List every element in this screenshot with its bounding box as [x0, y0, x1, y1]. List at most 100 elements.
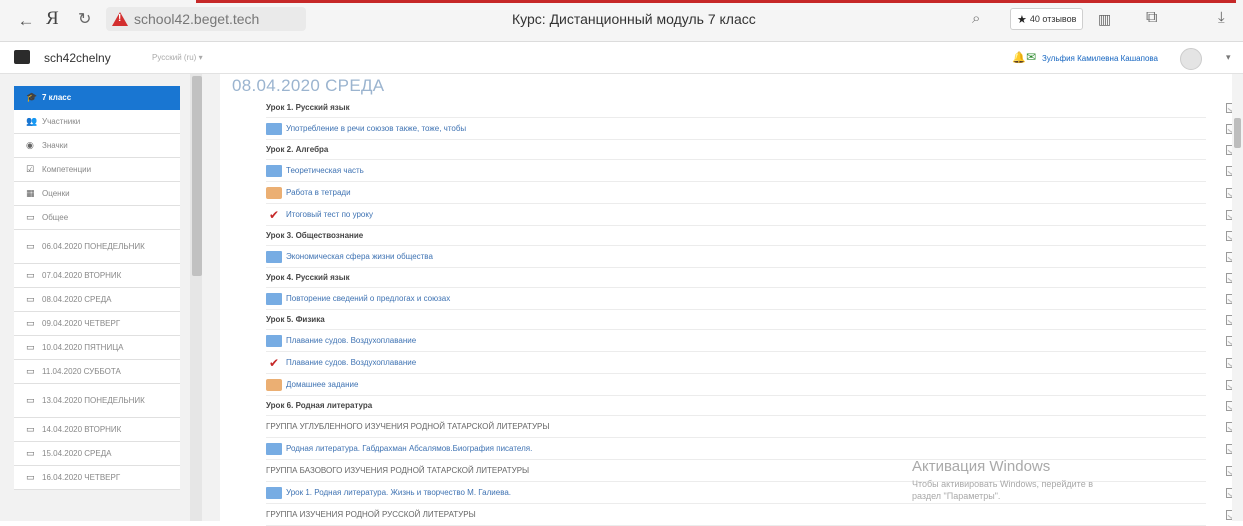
row-text[interactable]: Теоретическая часть: [286, 166, 364, 175]
lesson-label: Урок 1. Русский язык: [266, 98, 1236, 118]
row-text: ГРУППА УГЛУБЛЕННОГО ИЗУЧЕНИЯ РОДНОЙ ТАТА…: [266, 422, 550, 431]
users-icon: 👥: [26, 116, 38, 126]
drawer-item-label: 15.04.2020 СРЕДА: [42, 448, 112, 458]
activity-link[interactable]: Плавание судов. Воздухоплавание: [266, 330, 1236, 352]
browser-toolbar: ← Я ↻ school42.beget.tech Курс: Дистанци…: [0, 0, 1243, 42]
activity-link[interactable]: Повторение сведений о предлогах и союзах: [266, 288, 1236, 310]
drawer-item[interactable]: ▭ Общее: [14, 206, 180, 230]
drawer-item[interactable]: ▭ 06.04.2020 ПОНЕДЕЛЬНИК: [14, 230, 180, 264]
row-text[interactable]: Повторение сведений о предлогах и союзах: [286, 294, 450, 303]
nav-drawer: 🎓 7 класс 👥 Участники ◉ Значки ☑ Компетенции ▦ Оц…: [0, 74, 220, 521]
competencies-icon: ☑: [26, 164, 35, 174]
folder-icon: ▭: [26, 342, 35, 352]
folder-icon: ▭: [26, 318, 35, 328]
drawer-item-label: 07.04.2020 ВТОРНИК: [42, 270, 122, 280]
warning-icon[interactable]: [112, 12, 128, 26]
search-icon[interactable]: ⌕: [972, 10, 980, 27]
page-icon: [266, 164, 282, 177]
url-text[interactable]: school42.beget.tech: [134, 11, 259, 27]
row-text[interactable]: Плавание судов. Воздухоплавание: [286, 358, 416, 367]
drawer-item[interactable]: ☑ Компетенции: [14, 158, 180, 182]
drawer-item[interactable]: ▭ 09.04.2020 ЧЕТВЕРГ: [14, 312, 180, 336]
site-navbar: sch42chelny Русский (ru) ▾ 🔔 ✉ Зульфия К…: [0, 42, 1243, 74]
back-arrow-icon[interactable]: ←: [14, 9, 38, 33]
drawer-list: 🎓 7 класс 👥 Участники ◉ Значки ☑ Компетенции ▦ Оц…: [14, 86, 180, 490]
row-text[interactable]: Употребление в речи союзов также, тоже, …: [286, 124, 466, 133]
drawer-item[interactable]: ▭ 10.04.2020 ПЯТНИЦА: [14, 336, 180, 360]
drawer-item[interactable]: ▭ 13.04.2020 ПОНЕДЕЛЬНИК: [14, 384, 180, 418]
drawer-item[interactable]: 🎓 7 класс: [14, 86, 180, 110]
drawer-scroll-thumb[interactable]: [192, 76, 202, 276]
drawer-toggle-icon[interactable]: [14, 50, 30, 64]
download-icon[interactable]: ⤓: [1218, 9, 1225, 26]
group-label: ГРУППА ИЗУЧЕНИЯ РОДНОЙ РУССКОЙ ЛИТЕРАТУР…: [266, 504, 1236, 526]
page-icon: [266, 122, 282, 135]
drawer-item[interactable]: ▭ 15.04.2020 СРЕДА: [14, 442, 180, 466]
bookmarks-icon[interactable]: ▥: [1098, 11, 1111, 28]
drawer-item[interactable]: ▭ 14.04.2020 ВТОРНИК: [14, 418, 180, 442]
user-menu-caret-icon[interactable]: ▾: [1226, 52, 1231, 63]
lesson-label: Урок 6. Родная литература: [266, 396, 1236, 416]
yandex-logo-icon[interactable]: Я: [46, 8, 59, 30]
drawer-item-label: Общее: [42, 212, 69, 222]
drawer-item[interactable]: ▭ 08.04.2020 СРЕДА: [14, 288, 180, 312]
row-text: ГРУППА БАЗОВОГО ИЗУЧЕНИЯ РОДНОЙ ТАТАРСКО…: [266, 466, 530, 475]
section-title: 08.04.2020 СРЕДА: [232, 76, 385, 95]
drawer-item[interactable]: 👥 Участники: [14, 110, 180, 134]
activity-link[interactable]: ✔ Плавание судов. Воздухоплавание: [266, 352, 1236, 374]
address-bar[interactable]: school42.beget.tech: [106, 7, 306, 31]
grades-icon: ▦: [26, 188, 35, 198]
drawer-item[interactable]: ▭ 11.04.2020 СУББОТА: [14, 360, 180, 384]
language-select[interactable]: Русский (ru) ▾: [152, 53, 203, 62]
row-text: ГРУППА ИЗУЧЕНИЯ РОДНОЙ РУССКОЙ ЛИТЕРАТУР…: [266, 510, 476, 519]
drawer-item-label: 13.04.2020 ПОНЕДЕЛЬНИК: [42, 395, 145, 405]
folder-icon: ▭: [26, 448, 35, 458]
reload-icon[interactable]: ↻: [78, 9, 91, 29]
row-text: Урок 1. Русский язык: [266, 103, 350, 112]
drawer-item-label: 14.04.2020 ВТОРНИК: [42, 424, 122, 434]
drawer-item-label: Значки: [42, 140, 68, 150]
activity-link[interactable]: Родная литература. Габдрахман Абсалямов.…: [266, 438, 1236, 460]
drawer-item[interactable]: ◉ Значки: [14, 134, 180, 158]
page-icon: [266, 334, 282, 347]
user-name[interactable]: Зульфия Камилевна Кашапова: [1042, 54, 1158, 63]
reviews-button[interactable]: ★ 40 отзывов: [1010, 8, 1084, 30]
activity-link[interactable]: Экономическая сфера жизни общества: [266, 246, 1236, 268]
row-text[interactable]: Итоговый тест по уроку: [286, 210, 373, 219]
activity-link[interactable]: Употребление в речи союзов также, тоже, …: [266, 118, 1236, 140]
tabs-icon[interactable]: ⧉: [1146, 9, 1157, 27]
row-text[interactable]: Работа в тетради: [286, 188, 351, 197]
activity-link[interactable]: Домашнее задание: [266, 374, 1236, 396]
messages-icon[interactable]: ✉: [1026, 50, 1036, 64]
lesson-label: Урок 2. Алгебра: [266, 140, 1236, 160]
row-text[interactable]: Домашнее задание: [286, 380, 358, 389]
site-name[interactable]: sch42chelny: [44, 51, 111, 65]
activity-link[interactable]: ✔ Итоговый тест по уроку: [266, 204, 1236, 226]
row-text: Урок 6. Родная литература: [266, 401, 373, 410]
row-text[interactable]: Плавание судов. Воздухоплавание: [286, 336, 416, 345]
folder-icon: ▭: [26, 241, 35, 251]
drawer-item-label: Участники: [42, 116, 81, 126]
loading-indicator: [196, 0, 1236, 3]
watermark-line-1: Чтобы активировать Windows, перейдите в: [912, 479, 1093, 489]
row-text[interactable]: Урок 1. Родная литература. Жизнь и творч…: [286, 488, 511, 497]
drawer-item-label: Компетенции: [42, 164, 92, 174]
drawer-item[interactable]: ▦ Оценки: [14, 182, 180, 206]
group-label: ГРУППА УГЛУБЛЕННОГО ИЗУЧЕНИЯ РОДНОЙ ТАТА…: [266, 416, 1236, 438]
activity-link[interactable]: Теоретическая часть: [266, 160, 1236, 182]
lesson-label: Урок 4. Русский язык: [266, 268, 1236, 288]
avatar[interactable]: [1180, 48, 1202, 70]
folder-icon: ▭: [26, 424, 35, 434]
drawer-item-label: 7 класс: [42, 92, 72, 102]
row-text: Урок 4. Русский язык: [266, 273, 350, 282]
page-icon: [266, 442, 282, 455]
drawer-item[interactable]: ▭ 07.04.2020 ВТОРНИК: [14, 264, 180, 288]
row-text[interactable]: Родная литература. Габдрахман Абсалямов.…: [286, 444, 532, 453]
activity-link[interactable]: Работа в тетради: [266, 182, 1236, 204]
row-text[interactable]: Экономическая сфера жизни общества: [286, 252, 433, 261]
notifications-icon[interactable]: 🔔: [1012, 51, 1026, 64]
drawer-item[interactable]: ▭ 16.04.2020 ЧЕТВЕРГ: [14, 466, 180, 490]
drawer-item-label: 16.04.2020 ЧЕТВЕРГ: [42, 472, 121, 482]
page-scroll-thumb[interactable]: [1234, 118, 1241, 148]
drawer-item-label: 08.04.2020 СРЕДА: [42, 294, 112, 304]
